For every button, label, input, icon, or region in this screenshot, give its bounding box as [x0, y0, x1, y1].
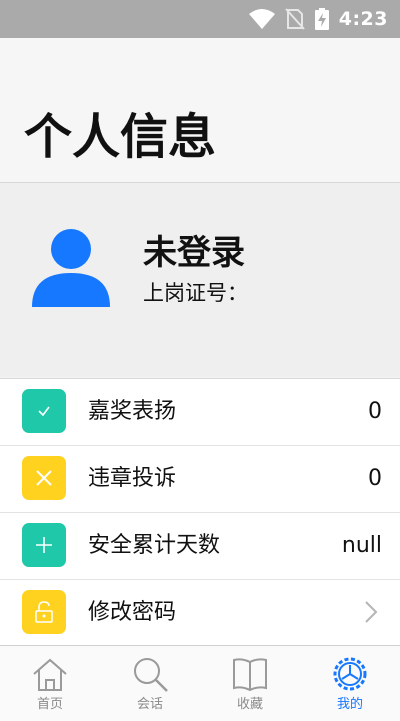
- no-sim-icon: [284, 8, 305, 30]
- tab-label: 首页: [36, 697, 63, 712]
- menu-item-value: 0: [368, 399, 382, 424]
- tab-mine[interactable]: 我的: [300, 646, 400, 721]
- tab-favorites[interactable]: 收藏: [200, 646, 300, 721]
- page-header: 个人信息: [0, 38, 400, 183]
- close-icon: [22, 456, 66, 500]
- tab-label: 会话: [136, 697, 163, 712]
- bottom-tab-bar: 首页 会话 收藏 我的: [0, 645, 400, 721]
- profile-card[interactable]: 未登录 上岗证号：: [0, 183, 400, 377]
- menu-list: 嘉奖表扬 0 违章投诉 0 安全累计天数 null 修改密码: [0, 378, 400, 647]
- menu-item-value: null: [341, 533, 382, 558]
- check-icon: [22, 389, 66, 433]
- status-time: 4:23: [338, 8, 388, 30]
- cert-label: 上岗证号：: [143, 281, 248, 305]
- home-icon: [33, 658, 67, 691]
- status-icons: 4:23: [248, 0, 388, 38]
- search-icon: [134, 658, 168, 692]
- menu-item-label: 修改密码: [88, 600, 177, 625]
- menu-item-label: 嘉奖表扬: [88, 399, 177, 424]
- unlock-icon: [22, 590, 66, 634]
- status-bar: 4:23: [0, 0, 400, 38]
- menu-item-label: 安全累计天数: [88, 533, 221, 558]
- menu-item-label: 违章投诉: [88, 466, 177, 491]
- cert-number: 上岗证号：: [143, 279, 248, 307]
- battery-charging-icon: [314, 8, 329, 30]
- menu-item-safety-days[interactable]: 安全累计天数 null: [0, 513, 400, 580]
- menu-item-commendation[interactable]: 嘉奖表扬 0: [0, 379, 400, 446]
- page-title: 个人信息: [24, 109, 217, 165]
- menu-item-violation[interactable]: 违章投诉 0: [0, 446, 400, 513]
- gear-icon: [333, 657, 367, 691]
- tab-chat[interactable]: 会话: [100, 646, 200, 721]
- person-icon: [32, 229, 110, 307]
- user-name: 未登录: [143, 233, 245, 273]
- book-icon: [233, 658, 267, 692]
- menu-item-change-password[interactable]: 修改密码: [0, 580, 400, 647]
- chevron-right-icon: [365, 601, 378, 623]
- wifi-icon: [248, 9, 275, 29]
- tab-home[interactable]: 首页: [0, 646, 100, 721]
- menu-item-value: 0: [368, 466, 382, 491]
- tab-label: 我的: [336, 697, 363, 712]
- plus-icon: [22, 523, 66, 567]
- tab-label: 收藏: [236, 697, 263, 712]
